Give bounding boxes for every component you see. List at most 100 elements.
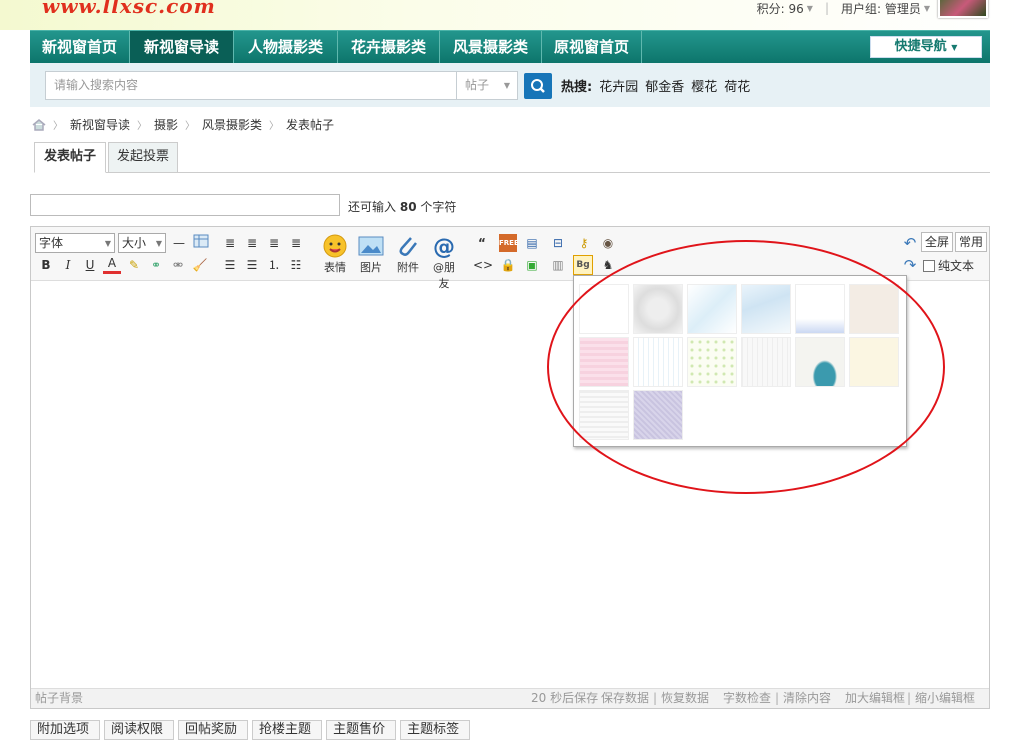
fullscreen-button[interactable]: 全屏 <box>921 232 954 252</box>
chevron-down-icon: ▼ <box>923 3 930 13</box>
highlight-icon[interactable]: ✎ <box>125 256 143 274</box>
chevron-down-icon: ▼ <box>104 239 111 248</box>
hot-link[interactable]: 郁金香 <box>645 76 684 95</box>
hot-link[interactable]: 荷花 <box>724 76 750 95</box>
option-tab[interactable]: 阅读权限 <box>104 720 175 740</box>
code-icon[interactable]: <> <box>473 256 493 274</box>
subject-hint: 还可输入 80 个字符 <box>348 198 456 215</box>
chevron-right-icon: 〉 <box>269 121 280 132</box>
breadcrumb-item[interactable]: 风景摄影类 <box>202 116 262 133</box>
common-button[interactable]: 常用 <box>955 232 988 252</box>
link-icon[interactable]: ⚭ <box>147 256 165 274</box>
bold-icon[interactable]: B <box>37 256 55 274</box>
unlink-icon[interactable]: ⚮ <box>169 256 187 274</box>
quote-icon[interactable]: “ <box>473 234 491 252</box>
plaintext-checkbox[interactable] <box>923 259 935 272</box>
option-tab[interactable]: 主题售价 <box>326 720 397 740</box>
option-tab[interactable]: 附加选项 <box>30 720 101 740</box>
undo-icon[interactable]: ↶ <box>901 234 919 252</box>
avatar[interactable] <box>938 0 988 18</box>
user-info: 积分: 96 ▼ | 用户组: 管理员 ▼ <box>757 0 930 16</box>
image-button[interactable]: 图片 <box>355 234 387 275</box>
site-logo[interactable]: www.llxsc.com <box>42 0 216 18</box>
size-select[interactable]: 大小 ▼ <box>118 233 166 253</box>
italic-icon[interactable]: I <box>59 256 77 274</box>
restore-data-link[interactable]: 恢复数据 <box>661 689 709 708</box>
subject-input[interactable] <box>30 194 340 216</box>
breadcrumb: 〉 新视窗导读 〉 摄影 〉 风景摄影类 〉 发表帖子 <box>32 116 334 133</box>
search-type-select[interactable]: 帖子 ▼ <box>456 71 518 100</box>
record-icon[interactable]: ◉ <box>599 234 617 252</box>
justify-icon[interactable]: ≣ <box>287 234 305 252</box>
main-nav: 新视窗首页 新视窗导读 人物摄影类 花卉摄影类 风景摄影类 原视窗首页 快捷导航… <box>30 30 990 63</box>
font-select[interactable]: 字体 ▼ <box>35 233 115 253</box>
home-icon[interactable] <box>32 118 46 131</box>
paperclip-icon <box>399 237 417 256</box>
option-tab[interactable]: 回帖奖励 <box>178 720 249 740</box>
autosave-label: 20 秒后保存 <box>531 691 599 705</box>
chevron-down-icon: ▼ <box>806 3 813 13</box>
quick-nav-button[interactable]: 快捷导航 ▼ <box>870 36 982 58</box>
nav-portrait[interactable]: 人物摄影类 <box>234 31 338 63</box>
free-icon[interactable]: FREE <box>499 234 519 252</box>
divider: | <box>653 691 658 705</box>
horizontal-line-icon[interactable]: — <box>170 234 188 252</box>
breadcrumb-item[interactable]: 摄影 <box>154 116 178 133</box>
search-button[interactable] <box>524 73 552 99</box>
search-input[interactable]: 请输入搜索内容 <box>45 71 457 100</box>
svg-text:@: @ <box>433 235 455 258</box>
unordered-list-icon[interactable]: ☷ <box>287 256 305 274</box>
align-right-icon[interactable]: ≣ <box>265 234 283 252</box>
download-icon[interactable]: ▣ <box>523 256 541 274</box>
nav-original[interactable]: 原视窗首页 <box>542 31 642 63</box>
tab-post[interactable]: 发表帖子 <box>34 142 106 173</box>
nav-home[interactable]: 新视窗首页 <box>30 31 130 63</box>
plaintext-toggle[interactable]: 纯文本 <box>923 257 974 274</box>
font-color-icon[interactable]: A <box>103 256 121 274</box>
option-tab[interactable]: 主题标签 <box>400 720 471 740</box>
option-tab[interactable]: 抢楼主题 <box>252 720 323 740</box>
pagebreak-icon[interactable]: ⊟ <box>549 234 567 252</box>
breadcrumb-item[interactable]: 新视窗导读 <box>70 116 130 133</box>
ordered-list-icon[interactable]: ⒈ <box>265 256 283 274</box>
points-label[interactable]: 积分: 96 <box>757 0 804 17</box>
mention-button[interactable]: @ @朋友 <box>428 234 460 291</box>
underline-icon[interactable]: U <box>81 256 99 274</box>
divider: | <box>824 1 829 15</box>
emoticon-button[interactable]: 表情 <box>319 234 351 275</box>
clear-content-link[interactable]: 清除内容 <box>783 689 831 708</box>
lock-icon[interactable]: 🔒 <box>499 256 517 274</box>
layout-icon[interactable]: ▥ <box>549 256 567 274</box>
attachment-button[interactable]: 附件 <box>392 234 424 275</box>
save-data-link[interactable]: 保存数据 <box>601 689 649 708</box>
smiley-icon <box>323 234 347 258</box>
quick-nav-label: 快捷导航 <box>894 39 947 54</box>
redo-icon[interactable]: ↷ <box>901 256 919 274</box>
clear-format-icon[interactable]: 🧹 <box>191 256 209 274</box>
float-right-icon[interactable]: ☰ <box>243 256 261 274</box>
table-icon[interactable] <box>192 234 210 252</box>
align-left-icon[interactable]: ≣ <box>221 234 239 252</box>
search-icon <box>531 79 545 93</box>
nav-guide[interactable]: 新视窗导读 <box>130 31 234 63</box>
enlarge-editor-link[interactable]: 加大编辑框 <box>845 689 905 708</box>
search-bar: 请输入搜索内容 帖子 ▼ 热搜: 花卉园 郁金香 樱花 荷花 <box>30 63 990 107</box>
editor-statusbar: 帖子背景 20 秒后保存 保存数据 | 恢复数据 字数检查 | 清除内容 加大编… <box>31 688 989 708</box>
user-key-icon[interactable]: ⚷ <box>575 234 593 252</box>
page-icon[interactable]: ▤ <box>523 234 541 252</box>
word-check-link[interactable]: 字数检查 <box>723 689 771 708</box>
float-left-icon[interactable]: ☰ <box>221 256 239 274</box>
background-icon[interactable]: Bg <box>573 255 593 275</box>
breadcrumb-current: 发表帖子 <box>286 118 335 132</box>
nav-flower[interactable]: 花卉摄影类 <box>338 31 440 63</box>
shrink-editor-link[interactable]: 缩小编辑框 <box>915 689 975 708</box>
user-group-label[interactable]: 用户组: 管理员 <box>841 0 921 17</box>
nav-landscape[interactable]: 风景摄影类 <box>440 31 542 63</box>
hot-link[interactable]: 樱花 <box>691 76 717 95</box>
chevron-right-icon: 〉 <box>185 121 196 132</box>
tab-poll[interactable]: 发起投票 <box>108 142 178 173</box>
chevron-down-icon: ▼ <box>155 239 162 248</box>
align-center-icon[interactable]: ≣ <box>243 234 261 252</box>
hot-link[interactable]: 花卉园 <box>599 76 638 95</box>
emoticon-label: 表情 <box>324 261 346 274</box>
